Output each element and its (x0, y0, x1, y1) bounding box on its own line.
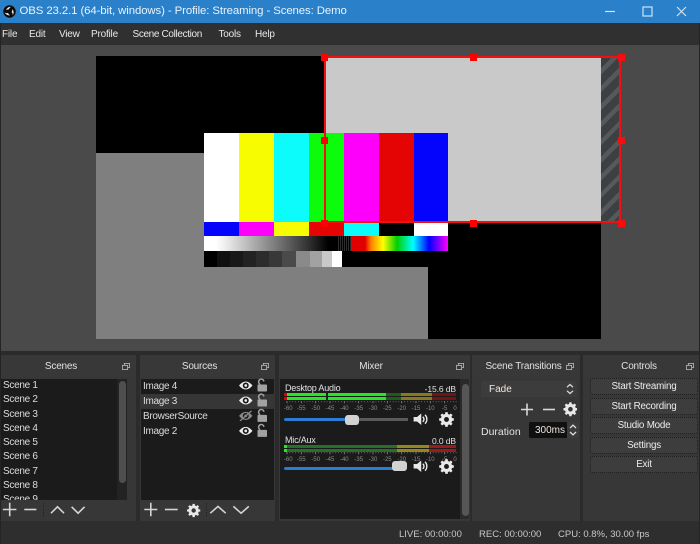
svg-text:-40: -40 (340, 457, 349, 462)
svg-text:-35: -35 (354, 406, 363, 411)
svg-text:-30: -30 (369, 406, 378, 411)
svg-text:-10: -10 (426, 406, 435, 411)
svg-text:-15: -15 (412, 406, 421, 411)
svg-text:-5: -5 (442, 406, 448, 411)
svg-text:0: 0 (453, 406, 457, 411)
svg-text:-20: -20 (397, 406, 406, 411)
svg-text:-45: -45 (326, 406, 335, 411)
svg-text:-55: -55 (297, 406, 306, 411)
svg-text:-55: -55 (297, 457, 306, 462)
svg-text:-50: -50 (311, 457, 320, 462)
svg-text:-25: -25 (383, 406, 392, 411)
svg-text:-45: -45 (326, 457, 335, 462)
svg-text:-35: -35 (354, 457, 363, 462)
svg-text:-30: -30 (369, 457, 378, 462)
svg-text:-40: -40 (340, 406, 349, 411)
svg-text:-25: -25 (383, 457, 392, 462)
svg-text:-60: -60 (284, 406, 293, 411)
svg-text:-50: -50 (311, 406, 320, 411)
svg-text:-60: -60 (284, 457, 293, 462)
